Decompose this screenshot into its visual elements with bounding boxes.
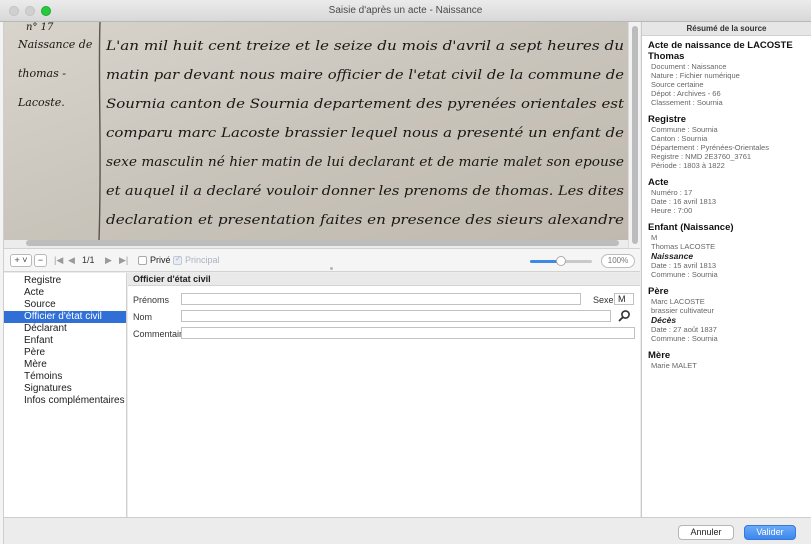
summary-line: Source certaine	[651, 80, 704, 89]
nav-item-pere[interactable]: Père	[4, 347, 126, 359]
principal-label: Principal	[185, 255, 220, 265]
nav-item-acte[interactable]: Acte	[4, 287, 126, 299]
nav-item-infos[interactable]: Infos complémentaires	[4, 395, 126, 407]
summary-line: Heure : 7:00	[651, 206, 693, 215]
summary-line: Thomas LACOSTE	[651, 242, 716, 251]
summary-line: Commune : Sournia	[651, 334, 718, 343]
summary-acte-name: Thomas	[648, 51, 685, 62]
officier-form: Officier d'état civil Prénoms Sexe M Nom…	[128, 273, 640, 517]
first-page-button[interactable]: |◀	[54, 254, 63, 267]
summary-line: Numéro : 17	[651, 188, 693, 197]
previous-page-button[interactable]: ◀	[68, 254, 75, 267]
summary-acte2-title: Acte	[648, 177, 669, 188]
margin-note: Lacoste.	[17, 96, 65, 109]
next-page-button[interactable]: ▶	[105, 254, 112, 267]
zoom-window-button[interactable]	[41, 6, 51, 16]
remove-image-button[interactable]: −	[34, 254, 47, 267]
bottom-bar: Annuler Valider	[4, 517, 811, 544]
sexe-input[interactable]: M	[614, 293, 634, 305]
summary-line: M	[651, 233, 658, 242]
transcript-line: et auquel il a declaré vouloir donner le…	[106, 184, 624, 199]
summary-line: Registre : NMD 2E3760_3761	[651, 152, 752, 161]
summary-line: Commune : Sournia	[651, 125, 718, 134]
summary-event: Naissance	[651, 251, 694, 261]
cancel-button[interactable]: Annuler	[678, 525, 734, 540]
summary-line: Marie MALET	[651, 361, 697, 370]
prenoms-label: Prénoms	[133, 295, 170, 305]
vertical-scrollbar[interactable]	[628, 22, 640, 248]
top-fragment: n° 17	[26, 22, 54, 33]
nom-label: Nom	[133, 312, 153, 322]
window-title: Saisie d'après un acte - Naissance	[328, 5, 483, 16]
nav-item-officier[interactable]: Officier d'état civil	[4, 311, 126, 323]
vertical-scroll-thumb[interactable]	[632, 26, 638, 244]
nav-item-declarant[interactable]: Déclarant	[4, 323, 126, 335]
nom-input[interactable]	[181, 310, 611, 322]
close-window-button[interactable]	[9, 6, 19, 16]
search-icon[interactable]	[618, 309, 631, 322]
transcript-line: matin par devant nous maire officier de …	[106, 68, 624, 83]
document-scan: L'an mil huit cent treize et le seize du…	[4, 22, 628, 240]
scanned-document-image[interactable]: L'an mil huit cent treize et le seize du…	[4, 22, 628, 240]
summary-event: Décès	[651, 315, 677, 325]
summary-line: Date : 16 avril 1813	[651, 197, 717, 206]
horizontal-scrollbar[interactable]	[26, 240, 619, 246]
zoom-slider[interactable]	[530, 256, 592, 266]
summary-registre-title: Registre	[648, 114, 687, 125]
title-bar[interactable]: Saisie d'après un acte - Naissance	[0, 0, 811, 22]
transcript-line: comparu marc Lacoste brassier lequel nou…	[106, 126, 624, 141]
nav-item-temoins[interactable]: Témoins	[4, 371, 126, 383]
summary-line: Période : 1803 à 1822	[651, 161, 725, 170]
sexe-label: Sexe	[593, 295, 614, 305]
summary-enfant-title: Enfant (Naissance)	[648, 222, 734, 233]
summary-line: Canton : Sournia	[651, 134, 708, 143]
summary-panel: Résumé de la source Acte de naissance de…	[641, 22, 811, 518]
summary-line: Nature : Fichier numérique	[651, 71, 740, 80]
summary-line: Département : Pyrénées-Orientales	[651, 143, 769, 152]
minimize-window-button[interactable]	[25, 6, 35, 16]
summary-line: Document : Naissance	[651, 62, 727, 71]
zoom-value[interactable]: 100%	[601, 254, 635, 268]
add-image-button[interactable]: + ˅	[10, 254, 32, 267]
validate-button[interactable]: Valider	[744, 525, 796, 540]
summary-acte-title: Acte de naissance de LACOSTE	[648, 40, 793, 51]
summary-line: Marc LACOSTE	[651, 297, 705, 306]
app-window: Saisie d'après un acte - Naissance L'an …	[0, 0, 811, 544]
principal-checkbox[interactable]	[173, 254, 182, 265]
page-indicator: 1/1	[82, 255, 95, 265]
last-page-button[interactable]: ▶|	[119, 254, 128, 267]
commentaire-input[interactable]	[181, 327, 635, 339]
image-toolbar: + ˅ − |◀ ◀ 1/1 ▶ ▶| Privé Principal 100%	[4, 248, 640, 272]
summary-line: Date : 27 août 1837	[651, 325, 717, 334]
nav-item-registre[interactable]: Registre	[4, 275, 126, 287]
form-title: Officier d'état civil	[128, 273, 640, 286]
summary-line: Dépot : Archives - 66	[651, 89, 721, 98]
splitter-handle[interactable]	[330, 267, 333, 270]
zoom-slider-knob[interactable]	[556, 256, 566, 266]
nav-item-enfant[interactable]: Enfant	[4, 335, 126, 347]
transcript-line: Sournia canton de Sournia departement de…	[106, 97, 625, 112]
prive-label: Privé	[150, 255, 171, 265]
summary-header: Résumé de la source	[642, 22, 811, 36]
margin-note: Naissance de	[17, 38, 93, 51]
summary-pere-title: Père	[648, 286, 669, 297]
prenoms-input[interactable]	[181, 293, 581, 305]
commentaire-label: Commentaire	[133, 329, 188, 339]
transcript-line: sexe masculin né hier matin de lui decla…	[106, 155, 624, 170]
prive-checkbox[interactable]	[138, 256, 147, 265]
summary-line: Date : 15 avril 1813	[651, 261, 717, 270]
transcript-line: declaration et presentation faites en pr…	[106, 213, 624, 228]
nav-item-mere[interactable]: Mère	[4, 359, 126, 371]
summary-line: Classement : Sournia	[651, 98, 723, 107]
transcript-line: L'an mil huit cent treize et le seize du…	[105, 39, 624, 54]
summary-line: brassier cultivateur	[651, 306, 714, 315]
section-list: Registre Acte Source Officier d'état civ…	[4, 273, 127, 517]
nav-item-signatures[interactable]: Signatures	[4, 383, 126, 395]
margin-note: thomas -	[18, 67, 66, 80]
summary-mere-title: Mère	[648, 350, 671, 361]
summary-line: Commune : Sournia	[651, 270, 718, 279]
nav-item-source[interactable]: Source	[4, 299, 126, 311]
